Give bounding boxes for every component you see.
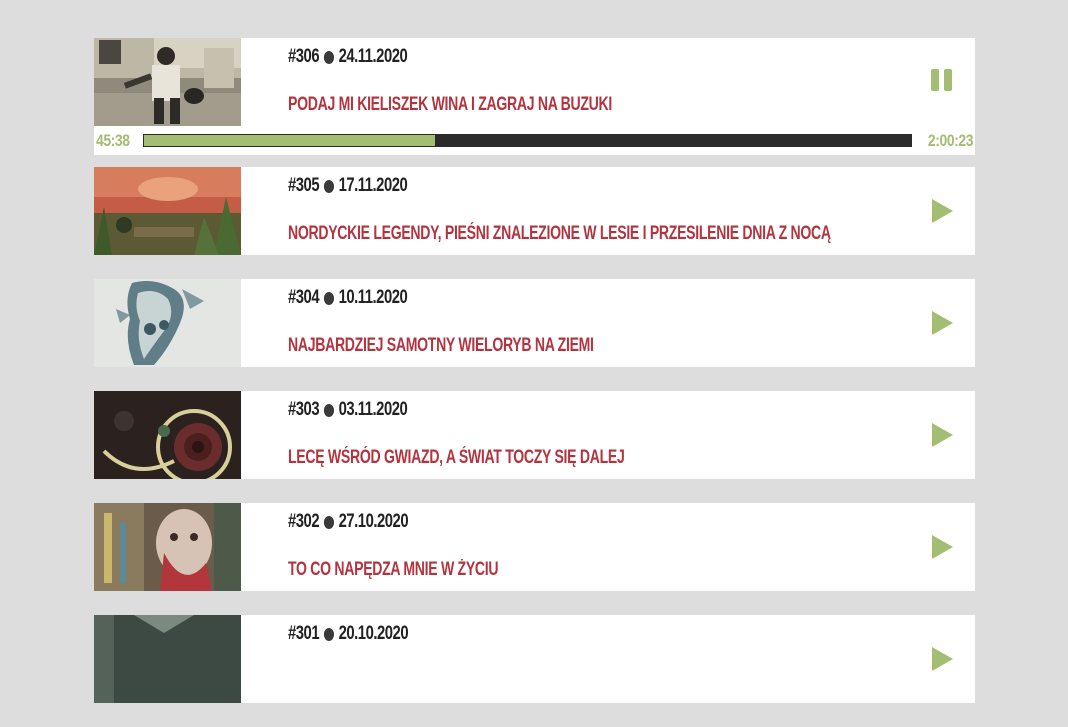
episode-date: 27.10.2020 <box>338 511 409 532</box>
play-icon[interactable] <box>929 533 955 561</box>
progress-bar[interactable] <box>143 134 912 147</box>
pause-icon[interactable] <box>929 66 955 94</box>
total-duration: 2:00:23 <box>927 131 974 150</box>
episode-date: 03.11.2020 <box>338 399 408 420</box>
play-icon[interactable] <box>929 421 955 449</box>
episode-card: #301 20.10.2020 <box>94 615 975 703</box>
player-progress: 45:38 2:00:23 <box>94 130 975 152</box>
separator-dot-icon <box>323 179 334 193</box>
episode-number: #306 <box>288 46 320 67</box>
episode-number: #302 <box>288 511 320 532</box>
episode-title[interactable]: NAJBARDZIEJ SAMOTNY WIELORYB NA ZIEMI <box>288 335 594 357</box>
episode-number: #305 <box>288 175 320 196</box>
separator-dot-icon <box>323 50 334 64</box>
play-icon[interactable] <box>929 645 955 673</box>
episode-thumbnail[interactable] <box>94 38 241 126</box>
play-icon[interactable] <box>929 197 955 225</box>
separator-dot-icon <box>323 627 334 641</box>
episode-date: 17.11.2020 <box>338 175 408 196</box>
episode-meta: #302 27.10.2020 <box>288 511 409 533</box>
episode-card: #302 27.10.2020 TO CO NAPĘDZA MNIE W ŻYC… <box>94 503 975 591</box>
episode-number: #301 <box>288 623 320 644</box>
episode-date: 10.11.2020 <box>338 287 408 308</box>
episode-meta: #304 10.11.2020 <box>288 287 408 309</box>
separator-dot-icon <box>323 291 334 305</box>
episode-thumbnail[interactable] <box>94 279 241 367</box>
separator-dot-icon <box>323 403 334 417</box>
progress-fill <box>144 135 435 146</box>
episode-number: #304 <box>288 287 320 308</box>
episode-meta: #303 03.11.2020 <box>288 399 408 421</box>
episode-date: 24.11.2020 <box>338 46 408 67</box>
episode-card: #304 10.11.2020 NAJBARDZIEJ SAMOTNY WIEL… <box>94 279 975 367</box>
episode-meta: #301 20.10.2020 <box>288 623 409 645</box>
episode-thumbnail[interactable] <box>94 503 241 591</box>
episode-number: #303 <box>288 399 320 420</box>
elapsed-time: 45:38 <box>96 131 130 150</box>
episode-list: #306 24.11.2020 PODAJ MI KIELISZEK WINA … <box>94 38 975 727</box>
episode-date: 20.10.2020 <box>338 623 409 644</box>
episode-meta: #305 17.11.2020 <box>288 175 408 197</box>
episode-thumbnail[interactable] <box>94 391 241 479</box>
episode-card: #306 24.11.2020 PODAJ MI KIELISZEK WINA … <box>94 38 975 155</box>
episode-thumbnail[interactable] <box>94 615 241 703</box>
episode-thumbnail[interactable] <box>94 167 241 255</box>
play-icon[interactable] <box>929 309 955 337</box>
episode-title[interactable]: TO CO NAPĘDZA MNIE W ŻYCIU <box>288 559 499 581</box>
separator-dot-icon <box>323 515 334 529</box>
episode-title[interactable]: PODAJ MI KIELISZEK WINA I ZAGRAJ NA BUZU… <box>288 94 612 116</box>
episode-title[interactable]: NORDYCKIE LEGENDY, PIEŚNI ZNALEZIONE W L… <box>288 223 831 245</box>
episode-card: #303 03.11.2020 LECĘ WŚRÓD GWIAZD, A ŚWI… <box>94 391 975 479</box>
episode-title[interactable]: LECĘ WŚRÓD GWIAZD, A ŚWIAT TOCZY SIĘ DAL… <box>288 447 625 469</box>
episode-meta: #306 24.11.2020 <box>288 46 408 68</box>
episode-card: #305 17.11.2020 NORDYCKIE LEGENDY, PIEŚN… <box>94 167 975 255</box>
